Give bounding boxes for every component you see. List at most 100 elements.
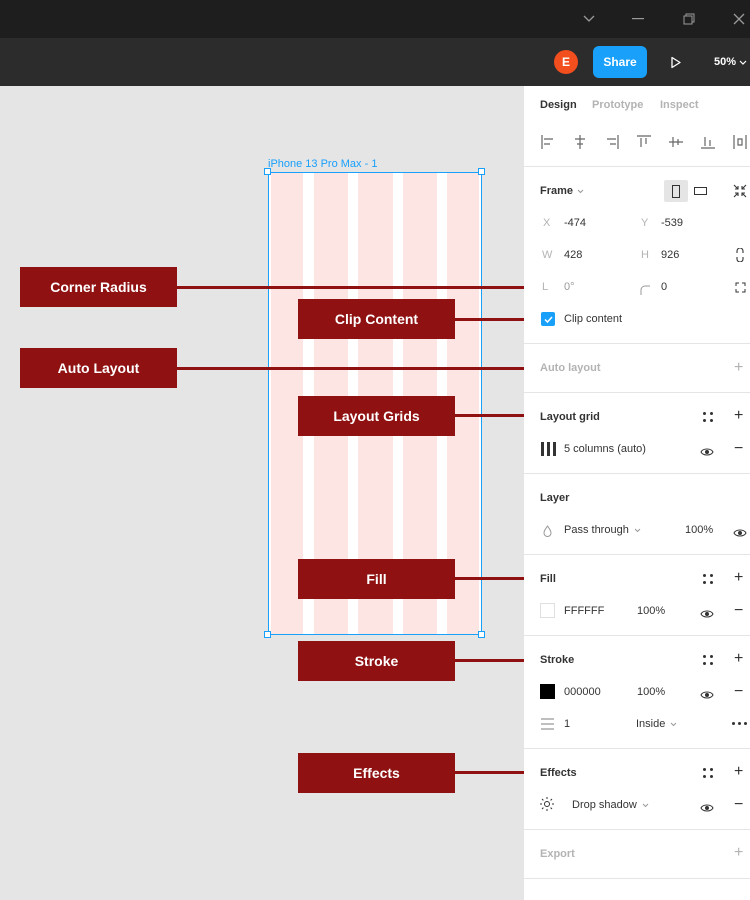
effect-type-dropdown[interactable]: Drop shadow [572,799,649,811]
annotation-line-stroke [454,659,532,662]
share-button[interactable]: Share [593,46,647,78]
layout-grid-styles-icon[interactable] [703,412,713,422]
add-effect-plus-icon[interactable]: + [734,764,743,780]
alignment-toolbar [540,134,748,150]
add-fill-plus-icon[interactable]: + [734,570,743,586]
play-icon[interactable] [664,50,688,74]
clip-content-checkbox[interactable] [541,312,555,326]
rotation-icon: L [542,281,549,293]
close-icon[interactable] [714,0,750,38]
callout-layout-grids: Layout Grids [298,396,455,436]
remove-stroke-minus-icon[interactable]: − [734,684,743,700]
add-export-plus-icon[interactable]: + [734,845,743,861]
tab-prototype[interactable]: Prototype [592,99,643,111]
frame-label[interactable]: iPhone 13 Pro Max - 1 [268,158,377,170]
chevron-down-icon [634,528,641,532]
divider [524,343,750,344]
x-label: X [543,217,551,229]
divider [524,878,750,879]
divider [524,635,750,636]
resize-handle[interactable] [478,631,485,638]
clip-content-label: Clip content [564,313,623,325]
effect-type-value: Drop shadow [572,799,637,811]
blend-mode-drop-icon [543,524,552,542]
stroke-color-swatch[interactable] [540,684,555,699]
h-input[interactable]: 926 [661,249,679,261]
columns-grid-icon[interactable] [541,442,556,461]
chevron-down-icon [671,722,677,726]
remove-fill-minus-icon[interactable]: − [734,603,743,619]
stroke-title: Stroke [540,654,575,666]
fill-styles-icon[interactable] [703,574,713,584]
zoom-dropdown[interactable]: 50% [706,46,750,78]
align-left-icon[interactable] [540,134,556,150]
add-layout-grid-plus-icon[interactable]: + [734,408,743,424]
divider [524,392,750,393]
tab-design[interactable]: Design [540,99,577,111]
portrait-orientation-icon[interactable] [664,180,688,202]
frame-preset-dropdown[interactable]: Frame [540,185,584,197]
add-stroke-plus-icon[interactable]: + [734,651,743,667]
annotation-line-layout-grids [454,414,532,417]
effect-sun-icon[interactable] [540,797,554,816]
add-auto-layout-plus-icon[interactable]: + [734,360,743,376]
x-input[interactable]: -474 [564,217,586,229]
y-input[interactable]: -539 [661,217,683,229]
eye-icon[interactable] [733,525,747,543]
callout-clip-content: Clip Content [298,299,455,339]
stroke-hex-input[interactable]: 000000 [564,686,601,698]
callout-effects: Effects [298,753,455,793]
remove-layout-grid-minus-icon[interactable]: − [734,441,743,457]
callout-fill: Fill [298,559,455,599]
chevron-down-icon [642,803,649,807]
chevron-down-icon [739,60,747,65]
fill-color-swatch[interactable] [540,603,555,618]
corner-radius-icon [640,282,650,300]
export-title: Export [540,848,575,860]
layout-grid-value[interactable]: 5 columns (auto) [564,443,646,455]
divider [524,166,750,167]
fill-hex-input[interactable]: FFFFFF [564,605,604,617]
distribute-icon[interactable] [732,134,748,150]
corner-radius-input[interactable]: 0 [661,281,667,293]
blend-mode-value: Pass through [564,524,629,536]
remove-effect-minus-icon[interactable]: − [734,797,743,813]
resize-to-fit-icon[interactable] [732,183,748,199]
resize-handle[interactable] [264,168,271,175]
auto-layout-title: Auto layout [540,362,601,374]
align-horizontal-center-icon[interactable] [572,134,588,150]
rotation-input[interactable]: 0° [564,281,575,293]
minimize-icon[interactable] [613,0,663,38]
stroke-position-dropdown[interactable]: Inside [636,718,677,730]
eye-icon[interactable] [700,687,714,705]
independent-corners-icon[interactable] [732,279,748,295]
resize-handle[interactable] [478,168,485,175]
blend-mode-dropdown[interactable]: Pass through [564,524,641,536]
stroke-opacity-input[interactable]: 100% [637,686,665,698]
divider [524,829,750,830]
divider [524,554,750,555]
effects-styles-icon[interactable] [703,768,713,778]
eye-icon[interactable] [700,800,714,818]
more-options-icon[interactable] [732,722,747,725]
constrain-proportions-icon[interactable] [732,247,748,263]
fill-title: Fill [540,573,556,585]
chevron-down-icon[interactable] [564,0,614,38]
eye-icon[interactable] [700,606,714,624]
eye-icon[interactable] [700,444,714,462]
align-top-icon[interactable] [636,134,652,150]
stroke-styles-icon[interactable] [703,655,713,665]
restore-icon[interactable] [664,0,714,38]
avatar[interactable]: E [554,50,578,74]
resize-handle[interactable] [264,631,271,638]
align-bottom-icon[interactable] [700,134,716,150]
stroke-weight-input[interactable]: 1 [564,718,570,730]
landscape-orientation-icon[interactable] [692,185,708,197]
fill-opacity-input[interactable]: 100% [637,605,665,617]
tab-inspect[interactable]: Inspect [660,99,699,111]
align-right-icon[interactable] [604,134,620,150]
align-vertical-center-icon[interactable] [668,134,684,150]
divider [524,473,750,474]
layer-opacity-input[interactable]: 100% [685,524,713,536]
w-input[interactable]: 428 [564,249,582,261]
